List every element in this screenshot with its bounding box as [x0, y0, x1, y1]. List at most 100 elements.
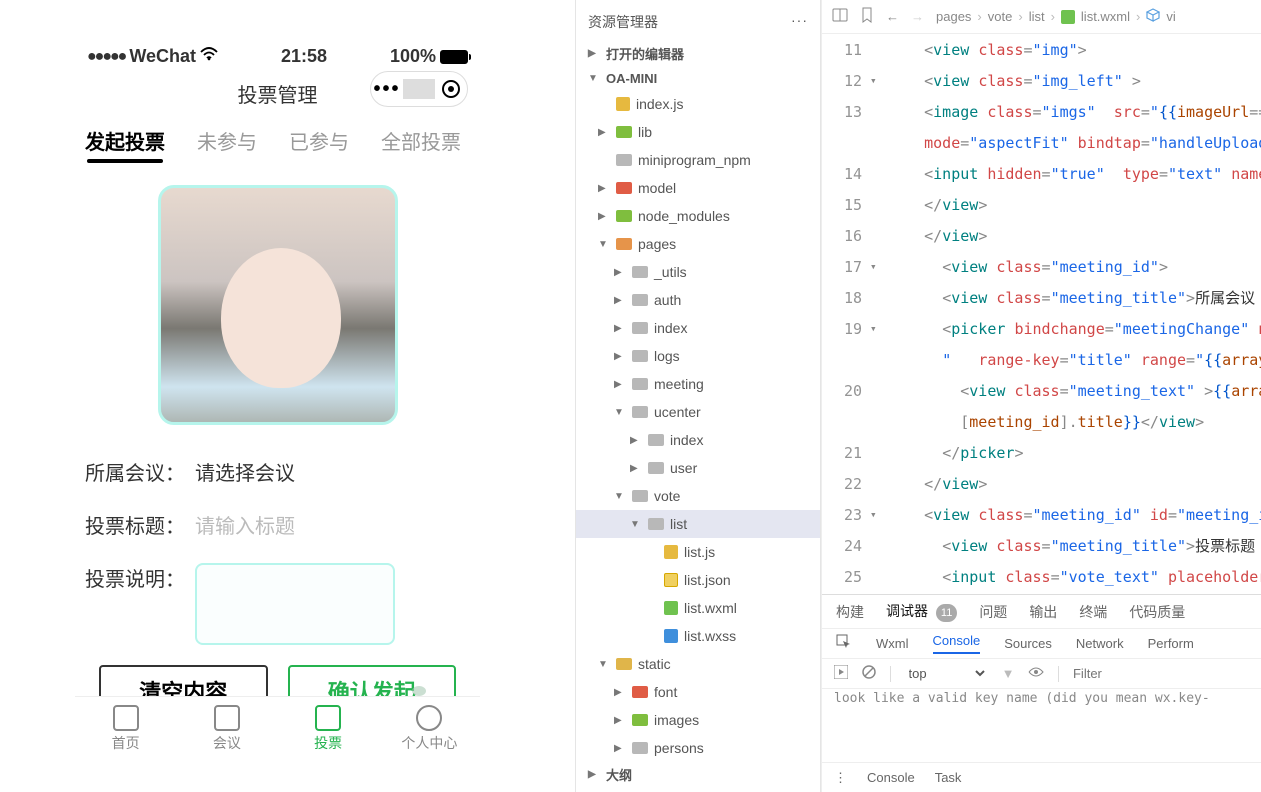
bookmark-icon[interactable]: [860, 7, 874, 26]
folder-user[interactable]: ▶user: [576, 454, 820, 482]
folder-ucenter[interactable]: ▼ucenter: [576, 398, 820, 426]
folder-miniprogram_npm[interactable]: miniprogram_npm: [576, 146, 820, 174]
folder-icon: [632, 350, 648, 362]
folder-icon: [632, 490, 648, 502]
folder-lib[interactable]: ▶lib: [576, 118, 820, 146]
folder-logs[interactable]: ▶logs: [576, 342, 820, 370]
carrier-label: WeChat: [129, 46, 196, 67]
file-tree: index.js▶libminiprogram_npm▶model▶node_m…: [576, 90, 820, 762]
title-label: 投票标题：: [85, 510, 185, 539]
outline-section[interactable]: ▶ 大纲: [576, 761, 820, 788]
page-title: 投票管理: [238, 79, 318, 108]
project-section[interactable]: ▼ OA-MINI: [576, 67, 820, 90]
folder-pages[interactable]: ▼pages: [576, 230, 820, 258]
tab-not-participated[interactable]: 未参与: [197, 126, 257, 155]
meeting-label: 所属会议：: [85, 457, 185, 486]
eye-icon[interactable]: [1028, 666, 1044, 681]
capsule-menu-button[interactable]: •••: [371, 78, 403, 101]
folder-index[interactable]: ▶index: [576, 314, 820, 342]
wxml-icon: [1061, 10, 1075, 24]
capsule-close-button[interactable]: [435, 80, 467, 98]
title-input[interactable]: 请输入标题: [195, 510, 295, 539]
tabbar-meeting[interactable]: 会议: [176, 697, 277, 760]
desc-textarea[interactable]: [195, 563, 395, 645]
folder-icon: [616, 658, 632, 670]
sub-sources[interactable]: Sources: [1004, 636, 1052, 651]
devtools: 构建 调试器 11 问题 输出 终端 代码质量 Wxml Console Sou…: [822, 594, 1261, 792]
folder-list[interactable]: ▼list: [576, 510, 820, 538]
editor-panel: ← → pages› vote› list› list.wxml› vi 11 …: [821, 0, 1261, 792]
folder-index[interactable]: ▶index: [576, 426, 820, 454]
tab-all-votes[interactable]: 全部投票: [381, 126, 461, 155]
tabbar: 首页 会议 投票 个人中心: [75, 696, 480, 760]
dt-tab-quality[interactable]: 代码质量: [1129, 602, 1185, 622]
folder-_utils[interactable]: ▶_utils: [576, 258, 820, 286]
battery-percent: 100%: [390, 46, 436, 67]
folder-icon: [648, 518, 664, 530]
folder-icon: [632, 742, 648, 754]
tabbar-profile[interactable]: 个人中心: [379, 697, 480, 760]
dt-tab-output[interactable]: 输出: [1029, 602, 1057, 622]
meeting-icon: [214, 705, 240, 731]
file-index.js[interactable]: index.js: [576, 90, 820, 118]
tab-participated[interactable]: 已参与: [289, 126, 349, 155]
tabbar-home[interactable]: 首页: [75, 697, 176, 760]
battery-icon: [440, 50, 468, 64]
home-icon: [113, 705, 139, 731]
folder-icon: [648, 434, 664, 446]
folder-font[interactable]: ▶font: [576, 678, 820, 706]
folder-vote[interactable]: ▼vote: [576, 482, 820, 510]
file-list.wxml[interactable]: list.wxml: [576, 594, 820, 622]
footer-task[interactable]: Task: [935, 770, 962, 785]
folder-icon: [648, 462, 664, 474]
inspect-icon[interactable]: [836, 634, 852, 653]
folder-auth[interactable]: ▶auth: [576, 286, 820, 314]
forward-icon[interactable]: →: [911, 9, 924, 24]
play-icon[interactable]: [834, 665, 848, 682]
folder-icon: [632, 294, 648, 306]
sub-wxml[interactable]: Wxml: [876, 636, 909, 651]
upload-image[interactable]: [158, 185, 398, 425]
profile-icon: [416, 705, 442, 731]
tabbar-vote[interactable]: 投票: [278, 697, 379, 760]
code-editor[interactable]: 11 <view class="img">12▾ <view class="im…: [822, 34, 1261, 594]
phone-frame: ●●●●● WeChat 21:58 100% 投票管理 •••: [75, 40, 480, 760]
filter-input[interactable]: [1073, 666, 1249, 681]
explorer-title: 资源管理器: [588, 12, 658, 32]
folder-icon: [632, 686, 648, 698]
folder-images[interactable]: ▶images: [576, 706, 820, 734]
open-editors-section[interactable]: ▶ 打开的编辑器: [576, 40, 820, 67]
tab-create-vote[interactable]: 发起投票: [85, 126, 165, 155]
meeting-picker[interactable]: 请选择会议: [195, 457, 295, 486]
folder-icon: [616, 182, 632, 194]
dt-tab-debugger[interactable]: 调试器 11: [886, 601, 957, 622]
dt-tab-problems[interactable]: 问题: [979, 602, 1007, 622]
dt-tab-terminal[interactable]: 终端: [1079, 602, 1107, 622]
file-icon: [664, 545, 678, 559]
folder-icon: [632, 378, 648, 390]
file-list.json[interactable]: list.json: [576, 566, 820, 594]
status-bar: ●●●●● WeChat 21:58 100%: [75, 40, 480, 71]
vote-icon: [315, 705, 341, 731]
folder-meeting[interactable]: ▶meeting: [576, 370, 820, 398]
back-icon[interactable]: ←: [886, 9, 899, 24]
explorer-more-icon[interactable]: ···: [791, 12, 808, 32]
folder-icon: [616, 126, 632, 138]
folder-model[interactable]: ▶model: [576, 174, 820, 202]
file-list.js[interactable]: list.js: [576, 538, 820, 566]
sub-console[interactable]: Console: [933, 633, 981, 654]
drawer-more-icon[interactable]: ⋮: [834, 770, 847, 786]
dt-tab-build[interactable]: 构建: [836, 602, 864, 622]
folder-node_modules[interactable]: ▶node_modules: [576, 202, 820, 230]
folder-persons[interactable]: ▶persons: [576, 734, 820, 762]
simulator-panel: ●●●●● WeChat 21:58 100% 投票管理 •••: [0, 0, 575, 792]
file-list.wxss[interactable]: list.wxss: [576, 622, 820, 650]
context-select[interactable]: top: [905, 665, 988, 682]
clear-icon[interactable]: [862, 665, 876, 682]
sub-performance[interactable]: Perform: [1148, 636, 1194, 651]
sub-network[interactable]: Network: [1076, 636, 1124, 651]
folder-static[interactable]: ▼static: [576, 650, 820, 678]
footer-console[interactable]: Console: [867, 770, 915, 785]
split-icon[interactable]: [832, 7, 848, 26]
vote-tabs: 发起投票 未参与 已参与 全部投票: [75, 122, 480, 169]
